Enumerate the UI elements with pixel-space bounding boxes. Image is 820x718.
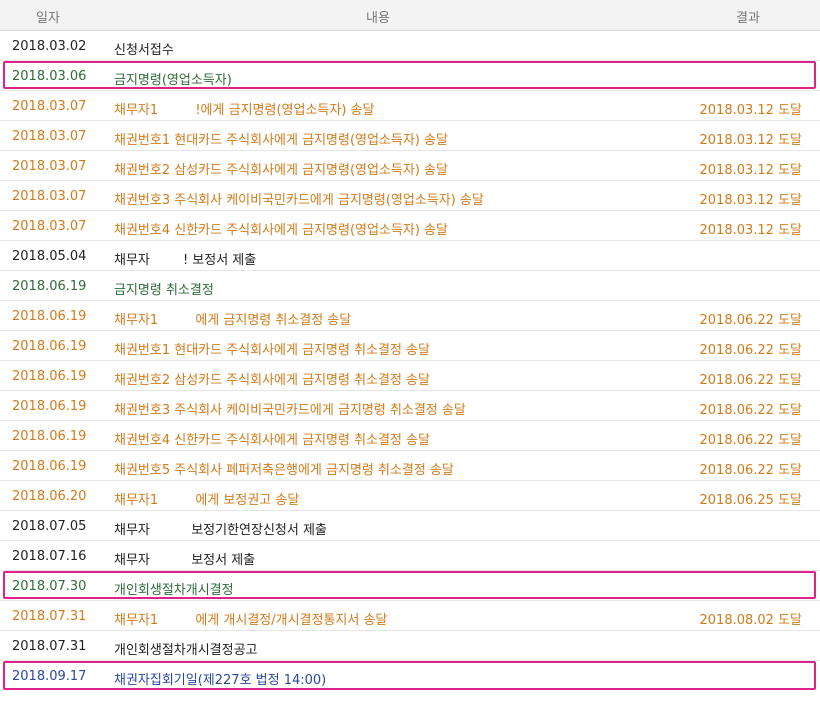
table-row: 2018.03.07 채권번호4 신한카드 주식회사에게 금지명령(영업소득자) …: [0, 211, 820, 241]
row-result: 2018.03.12 도달: [699, 163, 803, 178]
row-date: 2018.06.19: [12, 339, 87, 354]
row-content: 신청서접수: [114, 43, 174, 58]
table-row: 2018.07.31 개인회생절차개시결정공고: [0, 631, 820, 661]
row-content: 채무자 보정서 제출: [114, 553, 256, 568]
table-row: 2018.03.07 채권번호1 현대카드 주식회사에게 금지명령(영업소득자) …: [0, 121, 820, 151]
table-body: 2018.03.02 신청서접수 2018.03.06 금지명령(영업소득자) 2018…: [0, 31, 820, 691]
table-row: 2018.06.19 채권번호5 주식회사 페퍼저축은행에게 금지명령 취소결정 …: [0, 451, 820, 481]
row-date: 2018.03.07: [12, 219, 87, 234]
table-row: 2018.07.30 개인회생절차개시결정: [0, 571, 820, 601]
row-content: 채무자1 에게 금지명령 취소결정 송달: [114, 313, 352, 328]
table-row: 2018.03.07 채무자1 !에게 금지명령(영업소득자) 송달 2018.03…: [0, 91, 820, 121]
row-content: 채권번호2 삼성카드 주식회사에게 금지명령 취소결정 송달: [114, 373, 430, 388]
table-row: 2018.05.04 채무자 ! 보정서 제출: [0, 241, 820, 271]
header-content: 내용: [366, 11, 390, 26]
row-content: 채무자1 에게 보정권고 송달: [114, 493, 300, 508]
row-content: 채권번호3 주식회사 케이비국민카드에게 금지명령(영업소득자) 송달: [114, 193, 484, 208]
table-row: 2018.06.19 채권번호2 삼성카드 주식회사에게 금지명령 취소결정 송달…: [0, 361, 820, 391]
table-row: 2018.07.31 채무자1 에게 개시결정/개시결정통지서 송달 2018.08…: [0, 601, 820, 631]
table-row: 2018.06.19 채권번호4 신한카드 주식회사에게 금지명령 취소결정 송달…: [0, 421, 820, 451]
row-date: 2018.03.07: [12, 129, 87, 144]
row-date: 2018.06.19: [12, 459, 87, 474]
table-row: 2018.06.20 채무자1 에게 보정권고 송달 2018.06.25 도달: [0, 481, 820, 511]
row-date: 2018.07.16: [12, 549, 87, 564]
row-content: 채무자1 에게 개시결정/개시결정통지서 송달: [114, 613, 388, 628]
row-result: 2018.06.22 도달: [699, 343, 803, 358]
table-row: 2018.06.19 채권번호3 주식회사 케이비국민카드에게 금지명령 취소결정…: [0, 391, 820, 421]
table-row: 2018.07.05 채무자 보정기한연장신청서 제출: [0, 511, 820, 541]
row-date: 2018.09.17: [12, 669, 87, 684]
row-content: 금지명령(영업소득자): [114, 73, 232, 88]
row-date: 2018.06.19: [12, 309, 87, 324]
table-row: 2018.03.07 채권번호3 주식회사 케이비국민카드에게 금지명령(영업소득…: [0, 181, 820, 211]
row-content: 채권번호1 현대카드 주식회사에게 금지명령(영업소득자) 송달: [114, 133, 448, 148]
table-row: 2018.03.07 채권번호2 삼성카드 주식회사에게 금지명령(영업소득자) …: [0, 151, 820, 181]
row-result: 2018.06.22 도달: [699, 403, 803, 418]
row-date: 2018.06.19: [12, 279, 87, 294]
row-result: 2018.03.12 도달: [699, 133, 803, 148]
row-date: 2018.03.02: [12, 39, 87, 54]
row-result: 2018.06.22 도달: [699, 433, 803, 448]
table-row: 2018.06.19 채무자1 에게 금지명령 취소결정 송달 2018.06.22…: [0, 301, 820, 331]
row-content: 채권번호4 신한카드 주식회사에게 금지명령 취소결정 송달: [114, 433, 430, 448]
row-date: 2018.03.07: [12, 99, 87, 114]
row-content: 채권번호5 주식회사 페퍼저축은행에게 금지명령 취소결정 송달: [114, 463, 454, 478]
table-row: 2018.03.02 신청서접수: [0, 31, 820, 61]
row-date: 2018.06.19: [12, 369, 87, 384]
table-row: 2018.07.16 채무자 보정서 제출: [0, 541, 820, 571]
row-result: 2018.03.12 도달: [699, 223, 803, 238]
header-date: 일자: [36, 11, 60, 26]
case-progress-table: 일자 내용 결과 2018.03.02 신청서접수 2018.03.06 금지명령(영…: [0, 0, 820, 691]
row-date: 2018.03.07: [12, 159, 87, 174]
table-row: 2018.03.06 금지명령(영업소득자): [0, 61, 820, 91]
row-date: 2018.06.20: [12, 489, 87, 504]
row-date: 2018.03.06: [12, 69, 87, 84]
table-row: 2018.06.19 채권번호1 현대카드 주식회사에게 금지명령 취소결정 송달…: [0, 331, 820, 361]
table-row: 2018.06.19 금지명령 취소결정: [0, 271, 820, 301]
row-content: 채권번호2 삼성카드 주식회사에게 금지명령(영업소득자) 송달: [114, 163, 448, 178]
row-result: 2018.03.12 도달: [699, 103, 803, 118]
row-content: 금지명령 취소결정: [114, 283, 214, 298]
row-result: 2018.06.22 도달: [699, 313, 803, 328]
row-date: 2018.06.19: [12, 429, 87, 444]
row-content: 채권번호4 신한카드 주식회사에게 금지명령(영업소득자) 송달: [114, 223, 448, 238]
row-content: 채무자 ! 보정서 제출: [114, 253, 257, 268]
table-header: 일자 내용 결과: [0, 0, 820, 31]
row-result: 2018.06.22 도달: [699, 373, 803, 388]
header-result: 결과: [736, 11, 760, 26]
row-content: 채무자1 !에게 금지명령(영업소득자) 송달: [114, 103, 375, 118]
row-content: 개인회생절차개시결정공고: [114, 643, 258, 658]
row-content: 개인회생절차개시결정: [114, 583, 234, 598]
row-content: 채권번호3 주식회사 케이비국민카드에게 금지명령 취소결정 송달: [114, 403, 466, 418]
row-date: 2018.07.30: [12, 579, 87, 594]
row-date: 2018.07.31: [12, 639, 87, 654]
row-content: 채권번호1 현대카드 주식회사에게 금지명령 취소결정 송달: [114, 343, 430, 358]
row-content: 채무자 보정기한연장신청서 제출: [114, 523, 327, 538]
row-result: 2018.03.12 도달: [699, 193, 803, 208]
row-result: 2018.06.25 도달: [699, 493, 803, 508]
row-result: 2018.06.22 도달: [699, 463, 803, 478]
table-row: 2018.09.17 채권자집회기일(제227호 법정 14:00): [0, 661, 820, 691]
row-content: 채권자집회기일(제227호 법정 14:00): [114, 673, 327, 688]
row-date: 2018.03.07: [12, 189, 87, 204]
row-date: 2018.06.19: [12, 399, 87, 414]
row-date: 2018.07.05: [12, 519, 87, 534]
row-date: 2018.05.04: [12, 249, 87, 264]
row-result: 2018.08.02 도달: [699, 613, 803, 628]
row-date: 2018.07.31: [12, 609, 87, 624]
